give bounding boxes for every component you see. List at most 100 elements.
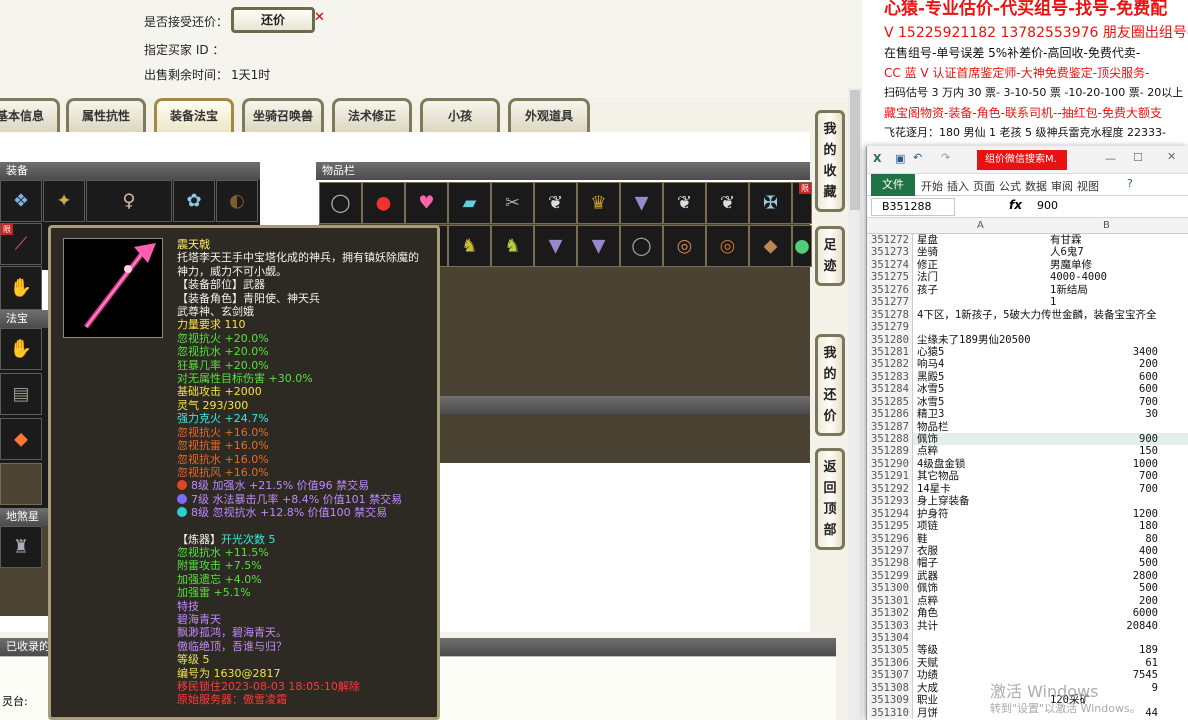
table-row[interactable]: 351274 修正 男魔单修 bbox=[867, 258, 1188, 272]
cell-value[interactable]: 189 bbox=[1139, 644, 1158, 656]
maximize-icon[interactable]: ☐ bbox=[1133, 151, 1143, 164]
table-row[interactable]: 351290 4级盘金锁 1000 bbox=[867, 457, 1188, 471]
table-row[interactable]: 351280 尘缘未了189男仙20500 bbox=[867, 333, 1188, 346]
table-row[interactable]: 351289 点粹 150 bbox=[867, 445, 1188, 458]
cell-value[interactable]: 150 bbox=[1139, 445, 1158, 457]
row-number[interactable]: 351280 bbox=[867, 333, 913, 346]
cell-value[interactable]: 9 bbox=[1152, 682, 1158, 694]
haggle-button[interactable]: 还价 bbox=[231, 7, 315, 33]
inventory-slot[interactable]: ◯ bbox=[319, 182, 362, 224]
save-icon[interactable]: ▣ bbox=[895, 152, 905, 165]
cell-value[interactable]: 200 bbox=[1139, 595, 1158, 607]
inventory-slot[interactable]: ✂ bbox=[491, 182, 534, 224]
cell-value[interactable]: 80 bbox=[1145, 533, 1158, 545]
cell-a[interactable]: 等级 bbox=[917, 644, 938, 656]
cell-a[interactable]: 项链 bbox=[917, 520, 938, 532]
table-row[interactable]: 351292 14星卡 700 bbox=[867, 482, 1188, 496]
cell-a[interactable]: 点粹 bbox=[917, 445, 938, 457]
table-row[interactable]: 351273 坐骑 人6鬼7 bbox=[867, 246, 1188, 259]
cell-value[interactable]: 20840 bbox=[1126, 620, 1158, 632]
cell-value[interactable]: 61 bbox=[1145, 657, 1158, 669]
row-number[interactable]: 351288 bbox=[867, 433, 913, 446]
character-portrait[interactable]: ♀ bbox=[86, 180, 172, 222]
table-row[interactable]: 351275 法门 4000-4000 bbox=[867, 271, 1188, 284]
table-row[interactable]: 351285 冰雪5 700 bbox=[867, 395, 1188, 409]
table-row[interactable]: 351298 帽子 500 bbox=[867, 557, 1188, 570]
tab-spells[interactable]: 法术修正 bbox=[332, 98, 412, 132]
row-number[interactable]: 351281 bbox=[867, 345, 913, 359]
cell-value[interactable]: 44 bbox=[1145, 707, 1158, 719]
inventory-slot[interactable]: ◎ bbox=[663, 225, 706, 267]
tab-mounts[interactable]: 坐骑召唤兽 bbox=[242, 98, 324, 132]
inventory-slot[interactable]: ❦ bbox=[706, 182, 749, 224]
table-row[interactable]: 351278 4下区，1新孩子，5破大力传世金麟，装备宝宝齐全 bbox=[867, 308, 1188, 322]
cell-value[interactable]: 1000 bbox=[1133, 458, 1158, 470]
row-number[interactable]: 351292 bbox=[867, 482, 913, 496]
row-number[interactable]: 351282 bbox=[867, 358, 913, 371]
cell-value[interactable]: 30 bbox=[1145, 408, 1158, 420]
menu-formulas[interactable]: 公式 bbox=[999, 178, 1021, 194]
row-number[interactable]: 351273 bbox=[867, 246, 913, 259]
fabao-slot[interactable] bbox=[0, 463, 42, 505]
cell-a[interactable]: 职业 bbox=[917, 694, 938, 706]
my-haggle-button[interactable]: 我的还价 bbox=[815, 334, 845, 436]
menu-insert[interactable]: 插入 bbox=[947, 178, 969, 194]
minimize-icon[interactable]: — bbox=[1105, 152, 1116, 165]
cell-b[interactable]: 1 bbox=[1050, 296, 1056, 308]
table-row[interactable]: 351302 角色 6000 bbox=[867, 607, 1188, 620]
table-row[interactable]: 351284 冰雪5 600 bbox=[867, 383, 1188, 396]
cell-value[interactable]: 7545 bbox=[1133, 669, 1158, 681]
row-number[interactable]: 351289 bbox=[867, 445, 913, 458]
cell-a[interactable]: 身上穿装备 bbox=[917, 495, 970, 507]
inventory-slot[interactable]: ◯ bbox=[620, 225, 663, 267]
row-number[interactable]: 351293 bbox=[867, 495, 913, 508]
cell-a[interactable]: 护身符 bbox=[917, 508, 949, 520]
inventory-slot[interactable]: ▼ bbox=[534, 225, 577, 267]
table-row[interactable]: 351297 衣服 400 bbox=[867, 544, 1188, 558]
table-row[interactable]: 351299 武器 2800 bbox=[867, 569, 1188, 583]
cell-a[interactable]: 心猿5 bbox=[917, 346, 944, 358]
column-a-header[interactable]: A bbox=[977, 220, 984, 231]
cell-a[interactable]: 精卫3 bbox=[917, 408, 944, 420]
inventory-slot[interactable]: ◆ bbox=[749, 225, 792, 267]
fabao-slot[interactable]: ▤ bbox=[0, 373, 42, 415]
table-row[interactable]: 351276 孩子 1新结局 bbox=[867, 283, 1188, 297]
spreadsheet-grid[interactable]: 351272 星盘 有甘霖 351273 坐骑 人6鬼7 351274 修正 男魔单修 35127… bbox=[867, 234, 1188, 720]
row-number[interactable]: 351287 bbox=[867, 420, 913, 433]
cell-value[interactable]: 400 bbox=[1139, 545, 1158, 557]
inventory-slot[interactable]: ▼ bbox=[620, 182, 663, 224]
inventory-slot[interactable]: ● bbox=[792, 225, 812, 267]
cell-b[interactable]: 1新结局 bbox=[1050, 284, 1088, 296]
cell-b[interactable]: 人6鬼7 bbox=[1050, 246, 1084, 258]
inventory-slot[interactable]: ▰ bbox=[448, 182, 491, 224]
cell-a[interactable]: 4级盘金锁 bbox=[917, 458, 965, 470]
row-number[interactable]: 351278 bbox=[867, 308, 913, 322]
cell-a[interactable]: 月饼 bbox=[917, 707, 938, 719]
cell-a[interactable]: 共计 bbox=[917, 620, 938, 632]
cell-value[interactable]: 600 bbox=[1139, 371, 1158, 383]
cell-value[interactable]: 200 bbox=[1139, 358, 1158, 370]
my-favorites-button[interactable]: 我的收藏 bbox=[815, 110, 845, 212]
cell-a[interactable]: 冰雪5 bbox=[917, 383, 944, 395]
table-row[interactable]: 351288 佩饰 900 bbox=[867, 433, 1188, 446]
cell-b[interactable]: 有甘霖 bbox=[1050, 234, 1082, 246]
table-row[interactable]: 351296 鞋 80 bbox=[867, 532, 1188, 545]
row-number[interactable]: 351305 bbox=[867, 644, 913, 657]
cell-a[interactable]: 修正 bbox=[917, 259, 938, 271]
help-icon[interactable]: ? bbox=[1127, 177, 1133, 190]
cell-value[interactable]: 700 bbox=[1139, 483, 1158, 495]
row-number[interactable]: 351298 bbox=[867, 557, 913, 570]
tab-children[interactable]: 小孩 bbox=[420, 98, 500, 132]
tab-equipment[interactable]: 装备法宝 bbox=[154, 98, 234, 132]
undo-icon[interactable]: ↶ bbox=[913, 151, 922, 164]
inventory-slot[interactable]: ♞ bbox=[491, 225, 534, 267]
cell-a[interactable]: 响马4 bbox=[917, 358, 944, 370]
cell-value[interactable]: 1200 bbox=[1133, 508, 1158, 520]
cell-a[interactable]: 佩饰 bbox=[917, 582, 938, 594]
row-number[interactable]: 351302 bbox=[867, 607, 913, 620]
row-number[interactable]: 351286 bbox=[867, 408, 913, 421]
cell-a[interactable]: 4下区，1新孩子，5破大力传世金麟，装备宝宝齐全 bbox=[917, 309, 1156, 321]
table-row[interactable]: 351277 1 bbox=[867, 296, 1188, 309]
inventory-slot[interactable]: ▼ bbox=[577, 225, 620, 267]
row-number[interactable]: 351300 bbox=[867, 582, 913, 595]
